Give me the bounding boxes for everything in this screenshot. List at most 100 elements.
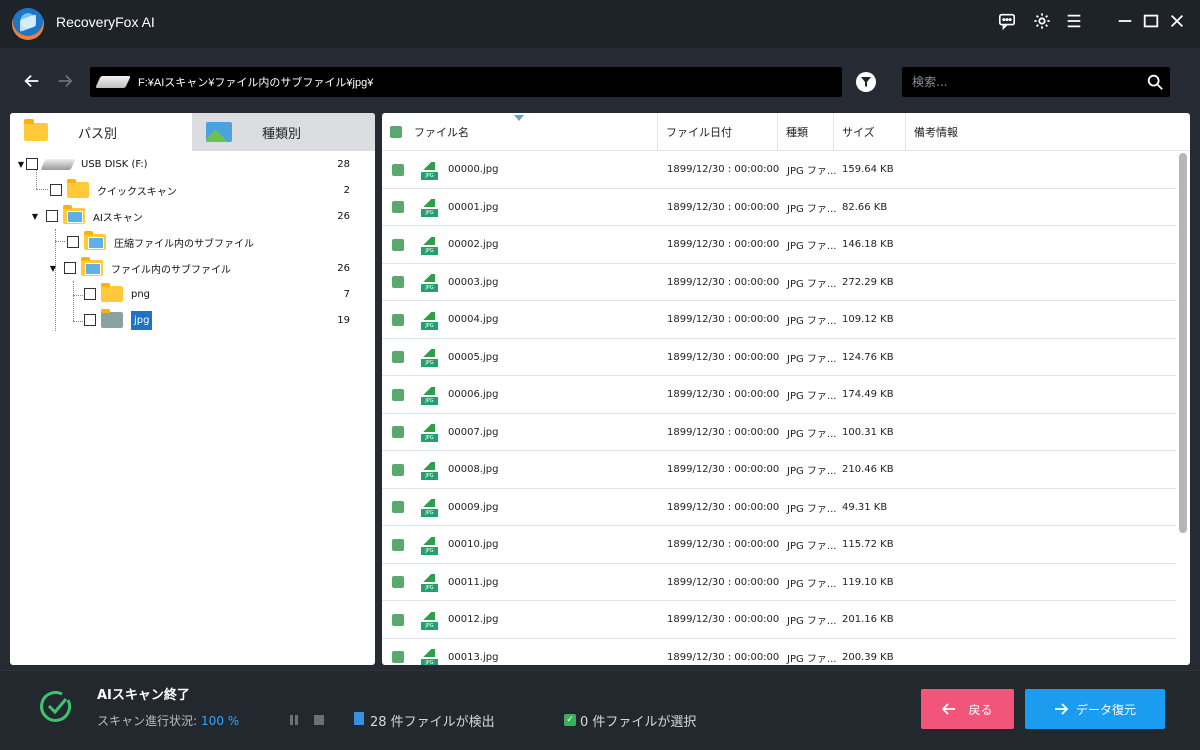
column-header-name[interactable]: ファイル名 [382,113,658,151]
table-row[interactable]: 00007.jpg 1899/12/30 : 00:00:00 JPG ファ... 1… [382,414,1176,451]
tab-by-type[interactable]: 種類別 [192,113,375,151]
table-row[interactable]: 00013.jpg 1899/12/30 : 00:00:00 JPG ファ... 2… [382,639,1176,665]
checkbox[interactable] [26,158,38,170]
row-checkbox[interactable] [392,576,404,588]
scan-status-title: AIスキャン終了 [97,688,190,703]
table-row[interactable]: 00003.jpg 1899/12/30 : 00:00:00 JPG ファ... 2… [382,264,1176,301]
close-icon[interactable] [1166,10,1188,32]
feedback-icon[interactable] [996,10,1018,32]
checkbox[interactable] [50,184,62,196]
jpg-file-icon [421,310,438,330]
tree-item-quick-scan[interactable]: クイックスキャン 2 [10,177,375,203]
pause-icon[interactable] [290,715,300,725]
recover-data-button[interactable]: データ復元 [1025,689,1165,729]
folder-icon [24,119,48,141]
file-name: 00002.jpg [448,239,499,250]
back-button-label: 戻る [968,702,993,717]
row-checkbox[interactable] [392,276,404,288]
path-field[interactable]: F:¥AIスキャン¥ファイル内のサブファイル¥jpg¥ [90,67,842,97]
select-all-checkbox[interactable] [390,126,402,138]
back-arrow-icon[interactable] [21,70,43,92]
minimize-icon[interactable] [1114,10,1136,32]
row-checkbox[interactable] [392,651,404,663]
file-size: 146.18 KB [842,239,894,250]
tree-item-ai-scan[interactable]: ▼ AIスキャン 26 [10,203,375,229]
back-button[interactable]: 戻る [921,689,1014,729]
tab-by-path[interactable]: パス別 [10,113,192,151]
file-name: 00007.jpg [448,426,499,438]
table-row[interactable]: 00012.jpg 1899/12/30 : 00:00:00 JPG ファ... 2… [382,601,1176,639]
file-name: 00011.jpg [448,576,499,588]
row-checkbox[interactable] [392,426,404,438]
row-checkbox[interactable] [392,501,404,513]
row-checkbox[interactable] [392,613,404,626]
table-row[interactable]: 00011.jpg 1899/12/30 : 00:00:00 JPG ファ... 1… [382,564,1176,601]
column-header-type[interactable]: 種類 [778,113,834,151]
table-row[interactable]: 00004.jpg 1899/12/30 : 00:00:00 JPG ファ... 1… [382,301,1176,339]
row-checkbox[interactable] [392,351,404,363]
table-row[interactable]: 00006.jpg 1899/12/30 : 00:00:00 JPG ファ... 1… [382,376,1176,414]
settings-gear-icon[interactable] [1031,10,1053,32]
tree-item-usb-disk[interactable]: ▼ USB DISK (F:) 28 [10,151,375,177]
tree-item-file-subfiles[interactable]: ▼ ファイル内のサブファイル 26 [10,255,375,281]
checkbox[interactable] [67,236,79,248]
collapse-icon[interactable]: ▼ [30,211,40,221]
collapse-icon[interactable]: ▼ [48,263,58,273]
file-date: 1899/12/30 : 00:00:00 [667,276,780,288]
table-row[interactable]: 00008.jpg 1899/12/30 : 00:00:00 JPG ファ... 2… [382,451,1176,489]
folder-icon [101,283,123,302]
row-checkbox[interactable] [392,238,404,251]
row-checkbox[interactable] [392,163,404,176]
row-checkbox[interactable] [392,388,404,401]
vertical-scrollbar[interactable] [1179,153,1187,533]
row-checkbox[interactable] [392,538,404,551]
tree-item-label: USB DISK (F:) [81,158,148,170]
file-type: JPG ファ... [787,541,837,552]
maximize-icon[interactable] [1140,10,1162,32]
table-row[interactable]: 00010.jpg 1899/12/30 : 00:00:00 JPG ファ... 1… [382,526,1176,564]
checkbox[interactable] [46,210,58,222]
column-header-notes[interactable]: 備考情報 [906,113,1190,151]
column-label: サイズ [842,126,875,139]
file-size: 100.31 KB [842,426,894,438]
scan-progress: スキャン進行状況: 100 % [97,712,239,729]
row-checkbox[interactable] [392,201,404,213]
checkbox[interactable] [64,262,76,274]
checkbox[interactable] [84,288,96,300]
row-checkbox[interactable] [392,463,404,476]
stop-icon[interactable] [314,715,324,725]
tree-item-jpg[interactable]: jpg 19 [10,307,375,333]
table-row[interactable]: 00000.jpg 1899/12/30 : 00:00:00 JPG ファ... 1… [382,151,1176,189]
forward-arrow-icon[interactable] [54,70,76,92]
file-type: JPG ファ... [787,391,837,402]
checkbox[interactable] [84,314,96,326]
file-type: JPG ファ... [787,203,837,215]
table-row[interactable]: 00002.jpg 1899/12/30 : 00:00:00 JPG ファ... 1… [382,226,1176,264]
tree-item-png[interactable]: png 7 [10,281,375,307]
document-icon [354,712,364,725]
column-header-size[interactable]: サイズ [834,113,906,151]
file-date: 1899/12/30 : 00:00:00 [667,389,780,400]
file-type: JPG ファ... [787,316,837,327]
table-row[interactable]: 00009.jpg 1899/12/30 : 00:00:00 JPG ファ... 4… [382,489,1176,526]
file-date: 1899/12/30 : 00:00:00 [667,651,780,663]
filter-icon[interactable] [856,72,876,92]
app-logo-icon [12,8,44,40]
collapse-icon[interactable]: ▼ [16,159,26,169]
tree-item-label: png [131,288,151,300]
progress-value: 100 % [201,714,240,728]
search-input[interactable] [902,67,1138,97]
menu-icon[interactable] [1063,10,1085,32]
table-row[interactable]: 00005.jpg 1899/12/30 : 00:00:00 JPG ファ... 1… [382,339,1176,376]
tree-item-archive-subfiles[interactable]: 圧縮ファイル内のサブファイル [10,229,375,255]
folder-icon [84,231,106,250]
tab-label: パス別 [78,126,118,142]
column-header-date[interactable]: ファイル日付 [658,113,778,151]
app-title: RecoveryFox AI [56,14,155,30]
file-type: JPG ファ... [787,503,837,515]
table-row[interactable]: 00001.jpg 1899/12/30 : 00:00:00 JPG ファ... 8… [382,189,1176,226]
search-icon[interactable] [1146,73,1164,91]
jpg-file-icon [421,160,438,180]
row-checkbox[interactable] [392,313,404,326]
file-type: JPG ファ... [787,241,837,252]
